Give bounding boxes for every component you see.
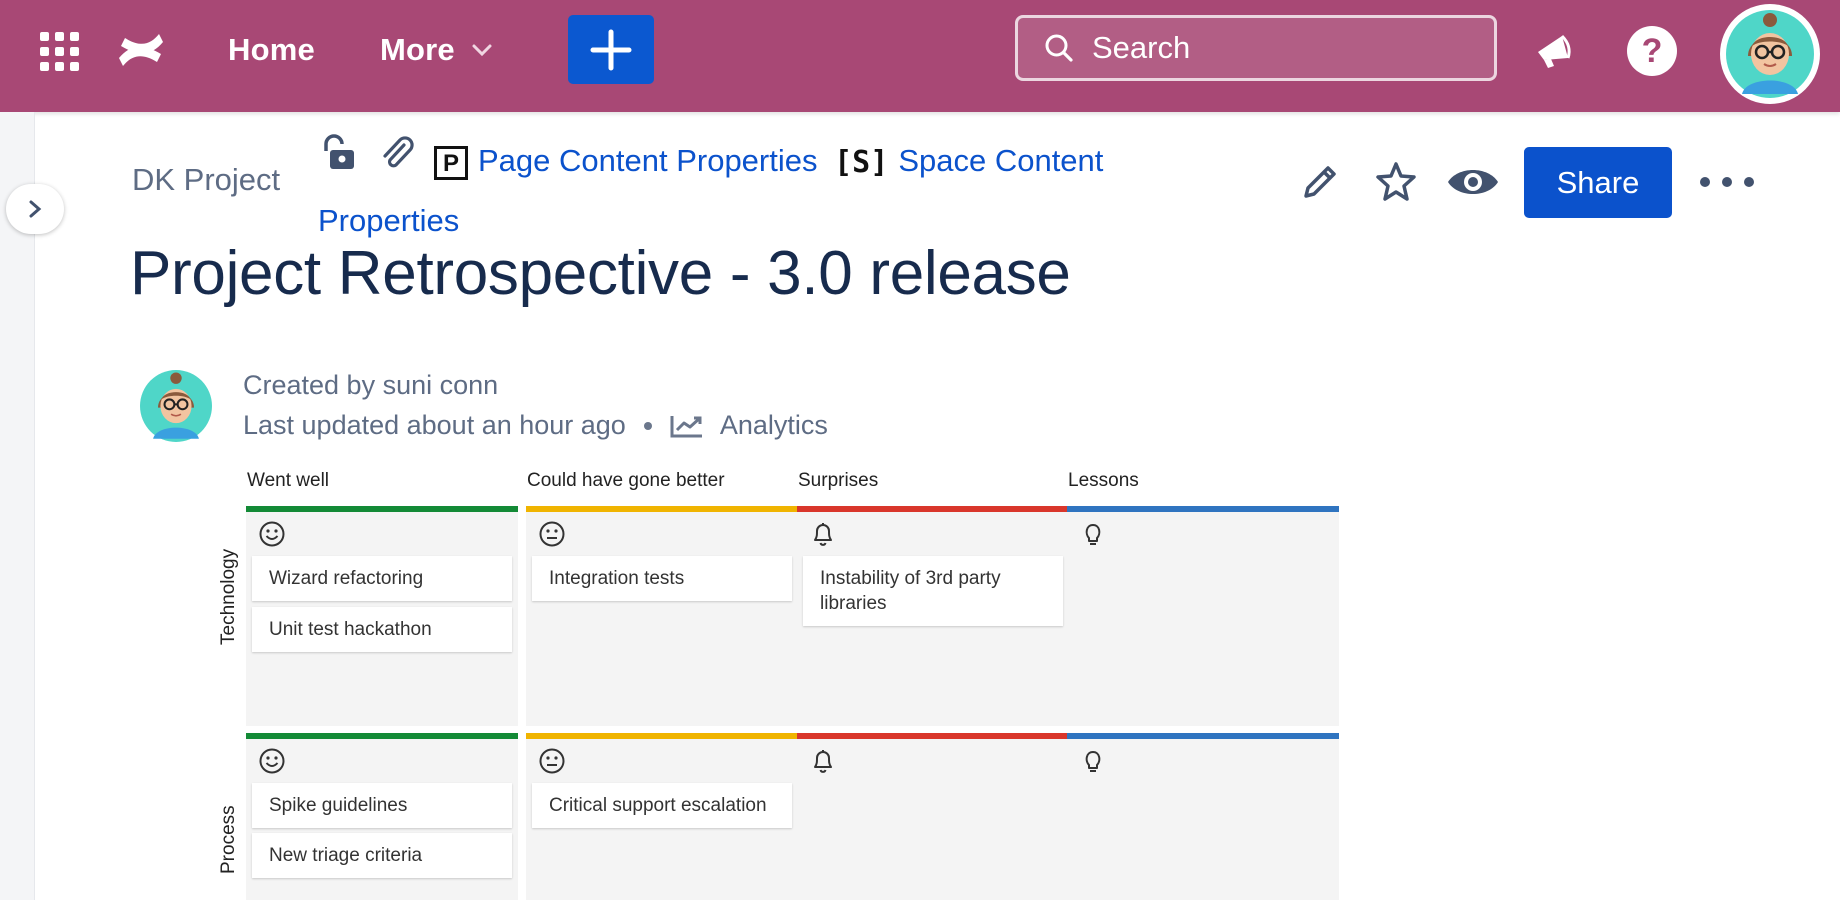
chevron-right-icon <box>29 200 42 218</box>
column-color-bar <box>246 506 518 512</box>
search-icon <box>1045 34 1073 62</box>
board-cell-process-surprises <box>797 733 1069 900</box>
neutral-face-icon <box>539 521 565 547</box>
search-field[interactable] <box>1015 15 1497 81</box>
page-title: Project Retrospective - 3.0 release <box>130 239 1071 308</box>
board-cell-technology-could-have-gone-better: Integration tests <box>526 506 798 726</box>
nav-more-label: More <box>380 32 455 67</box>
share-button[interactable]: Share <box>1524 147 1672 218</box>
chevron-down-icon <box>472 44 492 57</box>
smile-icon <box>259 748 285 774</box>
board-cell-process-went-well: Spike guidelines New triage criteria <box>246 733 518 900</box>
board-cell-process-could-have-gone-better: Critical support escalation <box>526 733 798 900</box>
page-properties-macro-icon: P <box>434 145 468 180</box>
analytics-link[interactable]: Analytics <box>670 410 828 441</box>
card[interactable]: Spike guidelines <box>252 783 512 828</box>
restrictions-unlock-icon[interactable] <box>318 133 358 192</box>
column-color-bar <box>526 506 798 512</box>
column-color-bar <box>797 733 1069 739</box>
column-color-bar <box>1067 733 1339 739</box>
edit-icon[interactable] <box>1296 158 1344 206</box>
card[interactable]: Integration tests <box>532 556 792 601</box>
column-color-bar <box>797 506 1069 512</box>
analytics-chart-icon <box>670 415 702 437</box>
last-updated-text: Last updated about an hour ago <box>243 410 626 440</box>
board-cell-technology-surprises: Instability of 3rd party libraries <box>797 506 1069 726</box>
confluence-logo-icon[interactable] <box>114 26 168 74</box>
attachment-paperclip-icon[interactable] <box>376 133 416 192</box>
lightbulb-icon <box>1085 751 1101 772</box>
breadcrumb: P Page Content Properties [S] Space Conten… <box>318 132 1198 250</box>
page-meta-line: Last updated about an hour ago Analytics <box>243 410 828 441</box>
column-color-bar <box>1067 506 1339 512</box>
author-avatar[interactable] <box>140 370 212 442</box>
avatar-illustration-icon <box>1726 10 1814 98</box>
separator-dot <box>643 421 652 430</box>
plus-icon <box>590 29 632 70</box>
board-cell-technology-went-well: Wizard refactoring Unit test hackathon <box>246 506 518 726</box>
bell-icon <box>814 750 832 773</box>
nav-home-label: Home <box>228 32 315 67</box>
board-cell-technology-lessons <box>1067 506 1339 726</box>
smile-icon <box>259 521 285 547</box>
help-icon[interactable]: ? <box>1627 26 1677 76</box>
watch-eye-icon[interactable] <box>1446 158 1500 206</box>
analytics-label: Analytics <box>719 410 828 440</box>
card[interactable]: Wizard refactoring <box>252 556 512 601</box>
page-content-properties-link[interactable]: Page Content Properties <box>478 143 818 178</box>
row-label-technology: Technology <box>218 548 239 645</box>
created-by-text: Created by suni conn <box>243 370 499 400</box>
notifications-megaphone-icon[interactable] <box>1530 26 1578 74</box>
column-header-lessons: Lessons <box>1068 470 1139 491</box>
user-avatar[interactable] <box>1720 4 1820 104</box>
neutral-face-icon <box>539 748 565 774</box>
space-properties-macro-icon: [S] <box>834 144 889 180</box>
star-icon[interactable] <box>1372 158 1420 206</box>
column-color-bar <box>526 733 798 739</box>
nav-home-link[interactable]: Home <box>228 26 328 74</box>
card[interactable]: New triage criteria <box>252 833 512 878</box>
more-actions-icon[interactable] <box>1700 160 1754 204</box>
breadcrumb-space-link[interactable]: DK Project <box>132 162 280 198</box>
search-input[interactable] <box>1092 30 1472 66</box>
bell-icon <box>814 523 832 546</box>
top-navigation-bar: Home More ? <box>0 0 1840 112</box>
column-header-could-have-gone-better: Could have gone better <box>527 470 725 491</box>
app-switcher-icon[interactable] <box>36 28 82 74</box>
nav-more-dropdown[interactable]: More <box>380 26 510 74</box>
card[interactable]: Instability of 3rd party libraries <box>803 556 1063 626</box>
create-button[interactable] <box>568 15 654 84</box>
expand-sidebar-button[interactable] <box>6 184 64 234</box>
card[interactable]: Critical support escalation <box>532 783 792 828</box>
card[interactable]: Unit test hackathon <box>252 607 512 652</box>
column-color-bar <box>246 733 518 739</box>
column-header-went-well: Went well <box>247 470 330 491</box>
column-header-surprises: Surprises <box>798 470 879 491</box>
lightbulb-icon <box>1085 524 1101 545</box>
row-label-process: Process <box>218 805 239 874</box>
board-cell-process-lessons <box>1067 733 1339 900</box>
